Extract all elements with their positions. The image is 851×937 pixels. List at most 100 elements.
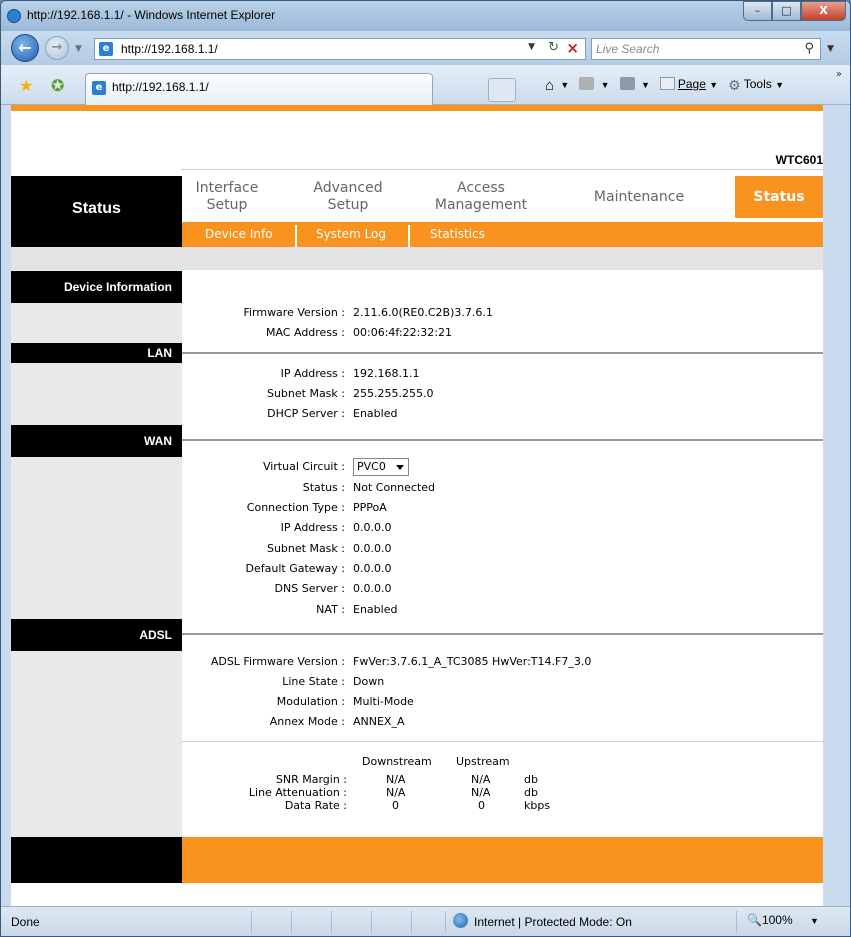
info-row: DHCP Server : Enabled xyxy=(11,405,823,423)
field-label: ADSL Firmware Version : xyxy=(210,655,345,668)
browser-window: http://192.168.1.1/ - Windows Internet E… xyxy=(0,0,851,937)
page-icon: e xyxy=(99,42,113,56)
section-title-block: Status xyxy=(11,176,182,247)
stat-upstream: 0 xyxy=(478,799,485,812)
tools-menu[interactable]: ⚙ Tools ▼ xyxy=(728,77,784,93)
submenu-device-info[interactable]: Device Info xyxy=(205,222,273,247)
field-label: MAC Address : xyxy=(265,326,345,339)
print-button[interactable]: ▼ xyxy=(619,77,650,91)
section-device-information: Device Information xyxy=(11,271,182,303)
info-row: Annex Mode : ANNEX_A xyxy=(11,713,823,731)
address-dropdown-icon[interactable]: ▼ xyxy=(528,42,535,52)
info-row: Modulation : Multi-Mode xyxy=(11,693,823,711)
menu-maintenance[interactable]: Maintenance xyxy=(586,189,692,206)
virtual-circuit-select[interactable]: PVC0 xyxy=(353,458,409,476)
field-value: Multi-Mode xyxy=(353,695,414,708)
status-bar: Done Internet | Protected Mode: On 🔍100%… xyxy=(1,906,850,936)
field-value: FwVer:3.7.6.1_A_TC3085 HwVer:T14.F7_3.0 xyxy=(353,655,592,668)
sub-menu: Device Info System Log Statistics xyxy=(182,222,823,247)
field-value: 0.0.0.0 xyxy=(353,542,392,555)
menu-label-line2: Setup xyxy=(327,197,369,213)
stat-unit: db xyxy=(524,786,538,799)
info-row: MAC Address : 00:06:4f:22:32:21 xyxy=(11,324,823,342)
field-value: PPPoA xyxy=(353,501,387,514)
feeds-button[interactable]: ▼ xyxy=(579,77,610,91)
chevron-down-icon xyxy=(396,465,404,470)
maximize-button[interactable]: □ xyxy=(772,1,801,21)
field-label: Default Gateway : xyxy=(245,562,345,575)
stat-label: Line Attenuation : xyxy=(248,786,347,799)
close-button[interactable]: X xyxy=(801,1,846,21)
stop-icon[interactable]: × xyxy=(566,39,579,57)
field-value: 00:06:4f:22:32:21 xyxy=(353,326,452,339)
back-button[interactable]: ← xyxy=(11,34,39,62)
submenu-system-log[interactable]: System Log xyxy=(316,222,386,247)
search-icon[interactable]: ⚲ xyxy=(804,41,814,56)
info-row: Subnet Mask : 0.0.0.0 xyxy=(11,540,823,558)
forward-button[interactable]: → xyxy=(45,36,69,60)
security-zone[interactable]: Internet | Protected Mode: On xyxy=(474,915,632,929)
info-row: Status : Not Connected xyxy=(11,479,823,497)
field-value: 2.11.6.0(RE0.C2B)3.7.6.1 xyxy=(353,306,493,319)
recent-pages-dropdown[interactable]: ▼ xyxy=(75,44,82,54)
search-options-dropdown-icon[interactable]: ▼ xyxy=(827,44,834,54)
stat-unit: kbps xyxy=(524,799,551,812)
add-favorites-icon[interactable]: ✪ xyxy=(51,76,64,95)
field-label: Line State : xyxy=(282,675,345,688)
page-menu[interactable]: Page ▼ xyxy=(659,77,718,91)
grey-band xyxy=(11,247,823,270)
field-value: 192.168.1.1 xyxy=(353,367,420,380)
info-row: Default Gateway : 0.0.0.0 xyxy=(11,560,823,578)
field-label: Subnet Mask : xyxy=(266,387,345,400)
menu-label-line1: Maintenance xyxy=(593,189,685,205)
menu-interface-setup[interactable]: Interface Setup xyxy=(182,180,272,214)
new-tab-button[interactable] xyxy=(488,78,516,102)
top-accent-bar xyxy=(11,105,823,111)
address-bar[interactable]: e http://192.168.1.1/ ▼ ↻ × xyxy=(94,38,586,60)
field-value: Enabled xyxy=(353,603,398,616)
col-header-upstream: Upstream xyxy=(456,755,510,768)
home-button[interactable]: ⌂ ▼ xyxy=(545,77,569,94)
refresh-icon[interactable]: ↻ xyxy=(548,40,559,55)
title-bar: http://192.168.1.1/ - Windows Internet E… xyxy=(1,1,850,31)
stat-label: SNR Margin : xyxy=(275,773,347,786)
browser-tab[interactable]: e http://192.168.1.1/ xyxy=(85,73,516,105)
section-wan: WAN xyxy=(11,425,182,457)
minimize-button[interactable]: – xyxy=(743,1,772,21)
menu-label-line2: Setup xyxy=(206,197,248,213)
search-box[interactable]: Live Search ⚲ xyxy=(591,38,821,60)
field-value: 255.255.255.0 xyxy=(353,387,434,400)
page-menu-label: Page xyxy=(677,77,706,91)
more-commands-chevron-icon[interactable]: » xyxy=(836,69,842,80)
info-row: Line State : Down xyxy=(11,673,823,691)
header-divider xyxy=(181,169,823,170)
menu-access-management[interactable]: Access Management xyxy=(430,180,532,214)
field-label: Status : xyxy=(302,481,345,494)
menu-label-line2: Management xyxy=(434,197,528,213)
info-row: IP Address : 192.168.1.1 xyxy=(11,365,823,383)
menu-label-line1: Status xyxy=(753,189,805,205)
menu-status[interactable]: Status xyxy=(735,176,823,218)
navigation-bar: ← → ▼ e http://192.168.1.1/ ▼ ↻ × Live S… xyxy=(1,31,850,65)
status-text: Done xyxy=(11,915,40,929)
menu-advanced-setup[interactable]: Advanced Setup xyxy=(302,180,394,214)
field-label: IP Address : xyxy=(280,367,345,380)
field-label: NAT : xyxy=(316,603,345,616)
section-lan: LAN xyxy=(11,343,182,363)
field-label: Subnet Mask : xyxy=(266,542,345,555)
zoom-icon: 🔍 xyxy=(747,913,762,927)
window-title: http://192.168.1.1/ - Windows Internet E… xyxy=(27,8,276,22)
status-divider xyxy=(291,911,292,933)
zoom-dropdown-icon[interactable]: ▼ xyxy=(810,916,819,926)
field-label: IP Address : xyxy=(280,521,345,534)
stat-upstream: N/A xyxy=(471,773,491,786)
submenu-separator xyxy=(408,225,410,247)
field-label: Firmware Version : xyxy=(243,306,345,319)
zoom-level[interactable]: 🔍100% xyxy=(747,913,793,927)
stat-downstream: N/A xyxy=(386,773,406,786)
favorites-star-icon[interactable]: ★ xyxy=(19,76,33,95)
tools-menu-label: Tools xyxy=(743,77,772,91)
submenu-separator xyxy=(295,225,297,247)
field-value: 0.0.0.0 xyxy=(353,582,392,595)
submenu-statistics[interactable]: Statistics xyxy=(430,222,485,247)
